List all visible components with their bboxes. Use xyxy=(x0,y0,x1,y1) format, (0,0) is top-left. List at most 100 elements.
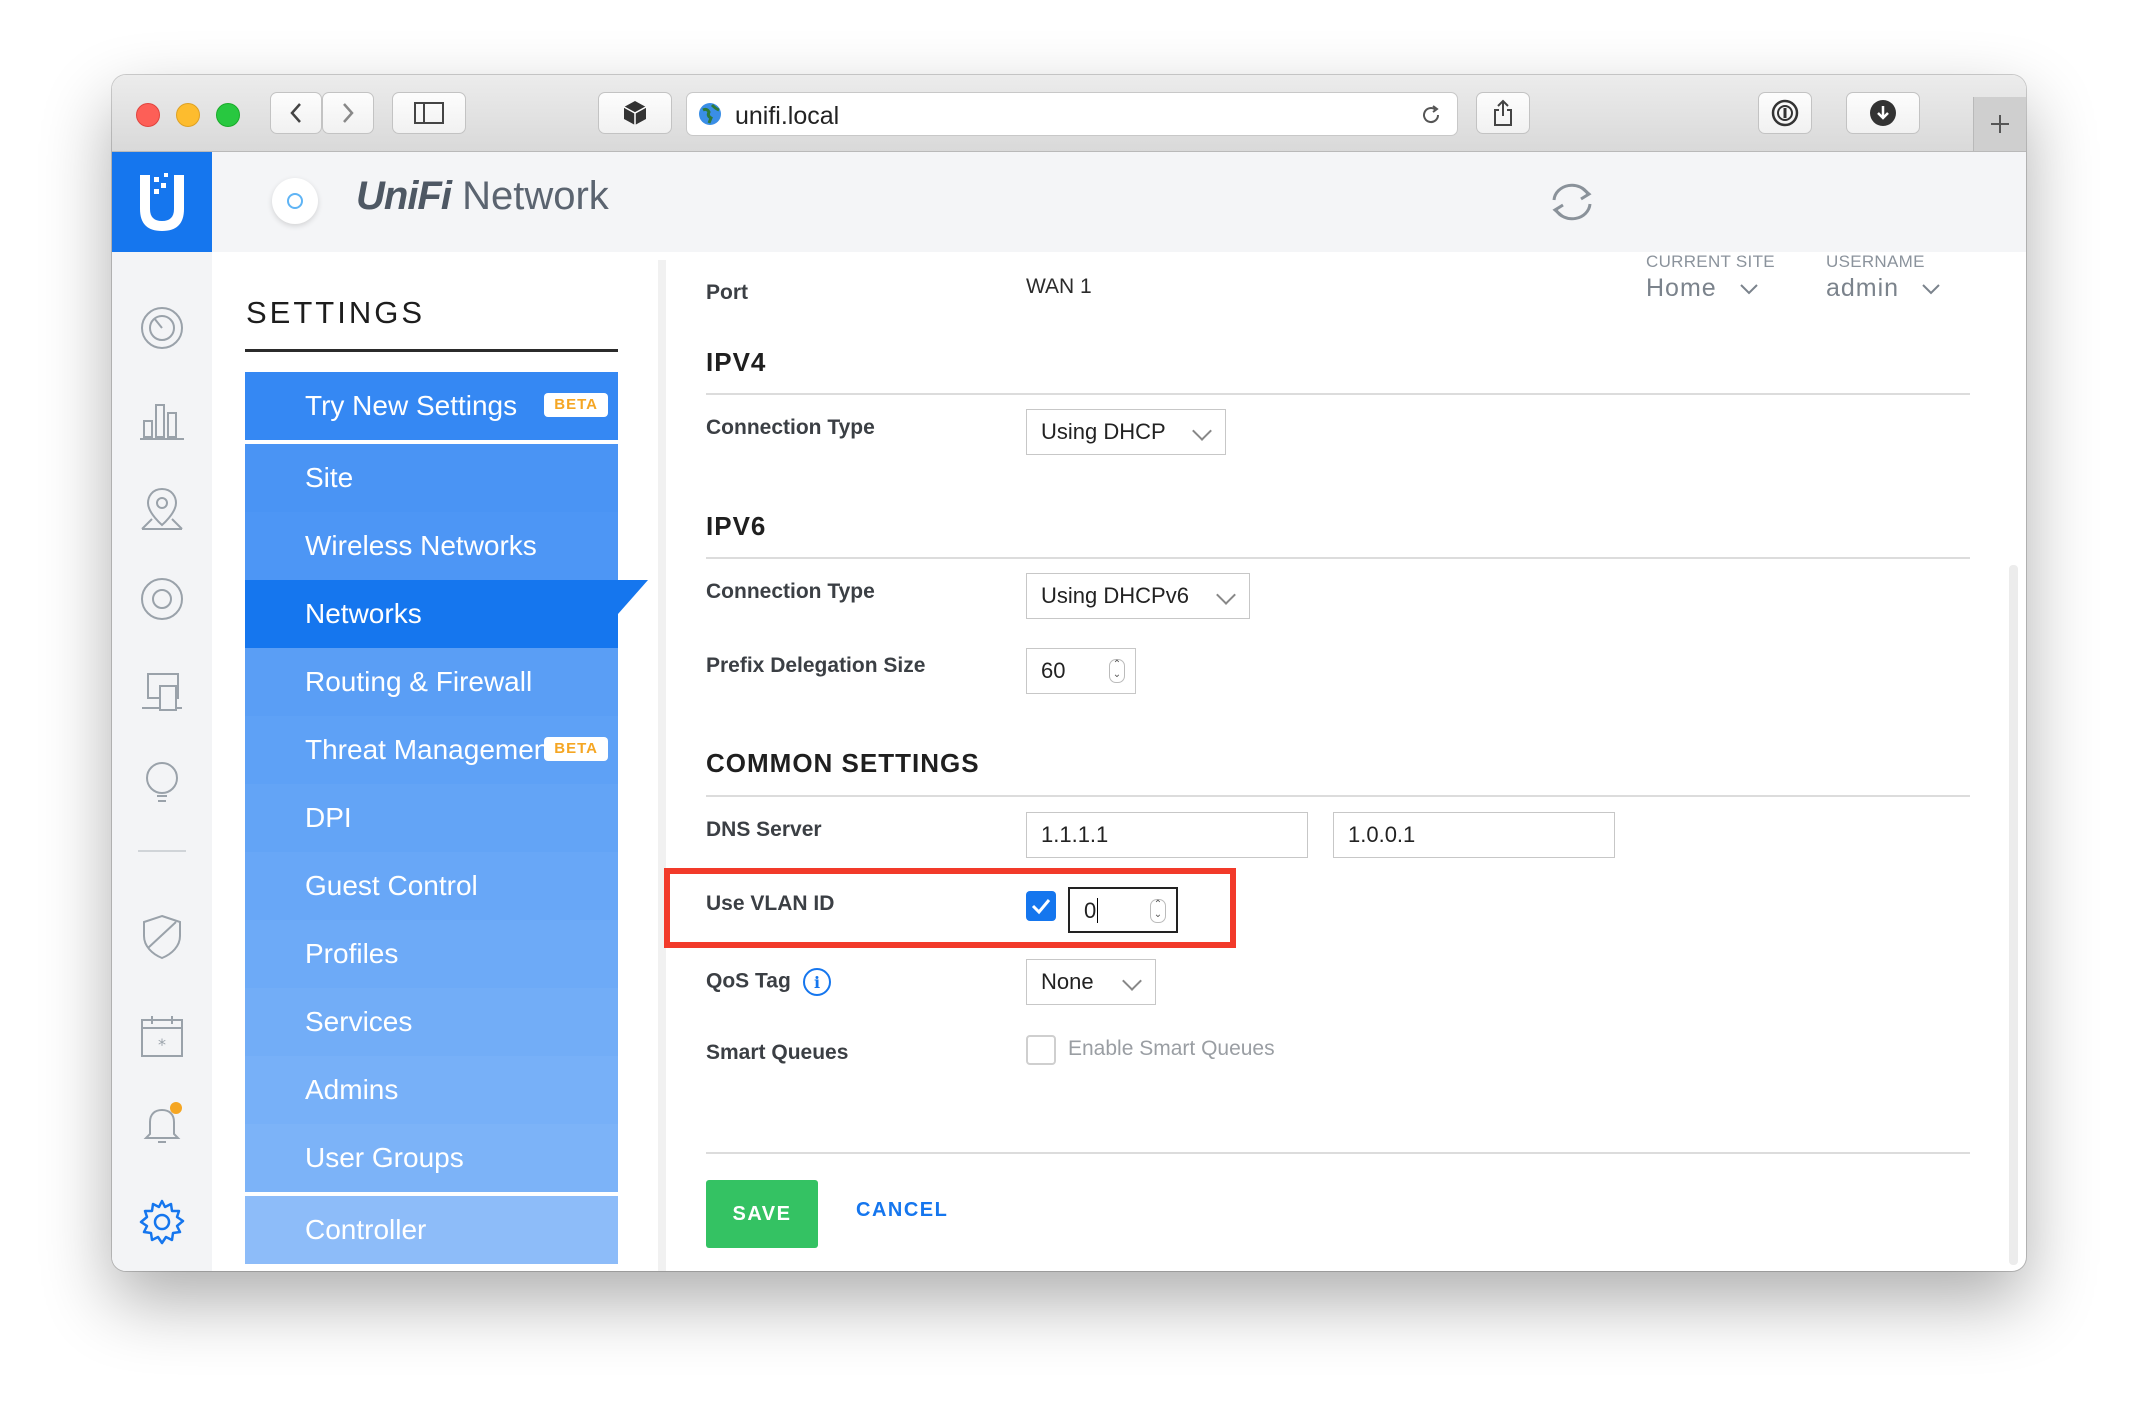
ipv6-section-title: IPV6 xyxy=(706,511,767,541)
nav-try-new-settings[interactable]: Try New Settings BETA xyxy=(245,372,618,440)
extension-button[interactable] xyxy=(598,92,672,134)
prefix-delegation-size-input[interactable]: 60 ⌃ ⌄ xyxy=(1026,648,1136,694)
nav-site[interactable]: Site xyxy=(245,444,618,512)
ipv6-connection-type-select[interactable]: Using DHCPv6 xyxy=(1026,573,1250,619)
vlan-id-input[interactable]: 0 ⌃ ⌄ xyxy=(1068,887,1178,933)
svg-text:*: * xyxy=(158,1035,166,1054)
nav-routing-firewall[interactable]: Routing & Firewall xyxy=(245,648,618,716)
chevron-down-icon xyxy=(1192,421,1212,441)
notifications-bell-icon[interactable] xyxy=(138,1100,186,1148)
reload-icon[interactable] xyxy=(1419,103,1443,127)
nav-label: Routing & Firewall xyxy=(305,666,533,697)
enable-smart-queues-checkbox[interactable] xyxy=(1026,1035,1056,1065)
ipv4-section-title: IPV4 xyxy=(706,347,767,377)
statistics-icon[interactable] xyxy=(138,395,186,443)
refresh-icon[interactable] xyxy=(1546,180,1598,224)
ipv4-connection-type-value: Using DHCP xyxy=(1041,419,1166,444)
qos-tag-select[interactable]: None xyxy=(1026,959,1156,1005)
dashboard-icon[interactable] xyxy=(138,304,186,352)
stepper-arrows-icon[interactable]: ⌃ ⌄ xyxy=(1150,899,1166,923)
ipv6-connection-type-label: Connection Type xyxy=(706,580,875,603)
cancel-button[interactable]: CANCEL xyxy=(856,1199,948,1222)
dns-server-2-value: 1.0.0.1 xyxy=(1348,822,1416,847)
close-window-button[interactable] xyxy=(136,103,160,127)
ipv6-connection-type-value: Using DHCPv6 xyxy=(1041,583,1189,608)
url-text: unifi.local xyxy=(735,102,840,130)
unifi-logo[interactable] xyxy=(112,152,212,252)
new-tab-button[interactable] xyxy=(1973,97,2026,151)
current-site-selector[interactable]: Home xyxy=(1646,274,1759,303)
checkmark-icon xyxy=(1031,899,1051,915)
nav-dpi[interactable]: DPI xyxy=(245,784,618,852)
nav-label: Services xyxy=(305,1006,413,1037)
nav-profiles[interactable]: Profiles xyxy=(245,920,618,988)
qos-tag-value: None xyxy=(1041,969,1094,994)
nav-services[interactable]: Services xyxy=(245,988,618,1056)
settings-gear-icon[interactable] xyxy=(138,1198,186,1246)
nav-admins[interactable]: Admins xyxy=(245,1056,618,1124)
sidebar-toggle-button[interactable] xyxy=(392,92,466,134)
use-vlan-id-checkbox[interactable] xyxy=(1026,891,1056,921)
map-pin-icon[interactable] xyxy=(138,485,186,533)
nav-label: Guest Control xyxy=(305,870,478,901)
info-icon[interactable]: i xyxy=(801,966,833,998)
sidebar-scrollbar[interactable] xyxy=(658,260,666,1271)
dns-server-1-input[interactable]: 1.1.1.1 xyxy=(1026,812,1308,858)
devices-icon[interactable] xyxy=(138,575,186,623)
ipv4-connection-type-label: Connection Type xyxy=(706,416,875,439)
save-button[interactable]: SAVE xyxy=(706,1180,818,1248)
smart-queues-label: Smart Queues xyxy=(706,1041,849,1064)
port-value: WAN 1 xyxy=(1026,275,1092,298)
actions-rule xyxy=(706,1152,1970,1154)
nav-guest-control[interactable]: Guest Control xyxy=(245,852,618,920)
stepper-arrows-icon[interactable]: ⌃ ⌄ xyxy=(1109,659,1125,683)
password-manager-button[interactable] xyxy=(1758,92,1812,134)
port-label: Port xyxy=(706,281,748,304)
insights-bulb-icon[interactable] xyxy=(138,758,186,806)
minimize-window-button[interactable] xyxy=(176,103,200,127)
clients-icon[interactable] xyxy=(138,668,186,716)
connection-status-indicator xyxy=(272,178,318,224)
user-menu[interactable]: admin xyxy=(1826,274,1941,303)
share-button[interactable] xyxy=(1476,92,1530,134)
nav-label: User Groups xyxy=(305,1142,464,1173)
settings-title: SETTINGS xyxy=(246,295,426,330)
chevron-down-icon xyxy=(1739,284,1758,295)
nav-label: Site xyxy=(305,462,354,493)
chevron-down-icon xyxy=(1122,971,1142,991)
shield-icon[interactable] xyxy=(138,912,186,960)
nav-label: Wireless Networks xyxy=(305,530,537,561)
current-site-label: CURRENT SITE xyxy=(1646,252,1775,271)
nav-controller[interactable]: Controller xyxy=(245,1196,618,1264)
brand-logo-text: UniFi xyxy=(356,174,452,218)
calendar-icon[interactable]: * xyxy=(138,1012,186,1060)
share-icon xyxy=(1494,99,1512,126)
onepassword-icon xyxy=(1771,99,1799,127)
use-vlan-id-label: Use VLAN ID xyxy=(706,892,835,915)
nav-wireless-networks[interactable]: Wireless Networks xyxy=(245,512,618,580)
back-button[interactable] xyxy=(270,92,322,134)
app-brand: UniFi Network xyxy=(356,174,609,219)
nav-label: DPI xyxy=(305,802,352,833)
nav-user-groups[interactable]: User Groups xyxy=(245,1124,618,1192)
forward-button[interactable] xyxy=(322,92,374,134)
dns-server-2-input[interactable]: 1.0.0.1 xyxy=(1333,812,1615,858)
chevron-down-icon xyxy=(1922,284,1940,295)
address-bar[interactable]: unifi.local xyxy=(686,92,1458,136)
main-scrollbar[interactable] xyxy=(2009,565,2018,1265)
qos-tag-label-text: QoS Tag xyxy=(706,969,791,993)
nav-label: Admins xyxy=(305,1074,399,1105)
nav-threat-management[interactable]: Threat Management BETA xyxy=(245,716,618,784)
app-header: UniFi Network CURRENT SITE Home USERNAME… xyxy=(112,152,2026,302)
nav-networks[interactable]: Networks xyxy=(245,580,618,648)
prefix-delegation-size-label: Prefix Delegation Size xyxy=(706,654,926,677)
common-settings-title: COMMON SETTINGS xyxy=(706,748,980,778)
box-icon xyxy=(623,101,647,125)
downloads-button[interactable] xyxy=(1846,92,1920,134)
chevron-down-icon xyxy=(1216,585,1236,605)
beta-badge: BETA xyxy=(544,737,608,761)
brand-name: Network xyxy=(462,174,609,218)
plus-icon xyxy=(1991,115,2009,133)
zoom-window-button[interactable] xyxy=(216,103,240,127)
ipv4-connection-type-select[interactable]: Using DHCP xyxy=(1026,409,1226,455)
